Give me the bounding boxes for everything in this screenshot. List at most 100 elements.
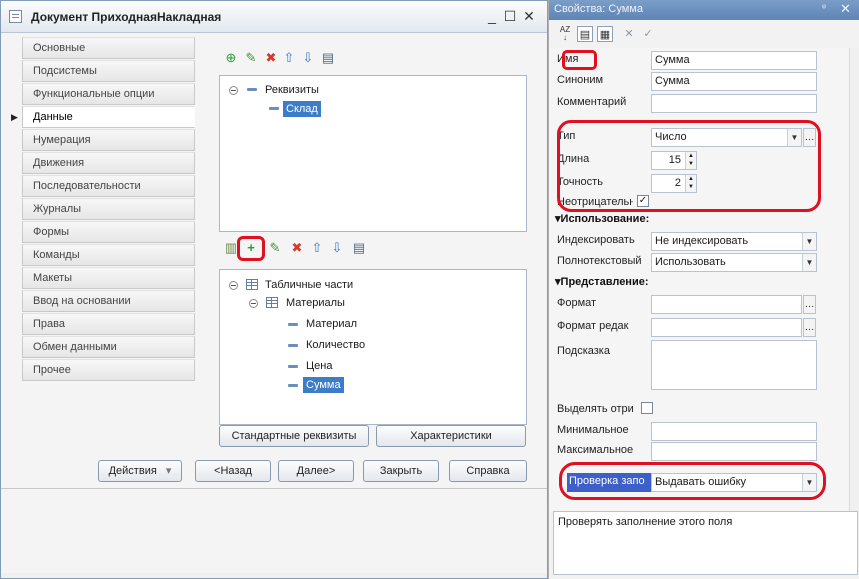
divider xyxy=(1,488,547,489)
categorized-icon[interactable]: ▤ xyxy=(577,26,593,42)
nav-label: Обмен данными xyxy=(33,341,117,353)
window-title: Документ ПриходнаяНакладная xyxy=(31,10,222,24)
nav-item-main[interactable]: Основные xyxy=(22,37,195,59)
properties-panel: Свойства: Сумма ᵠ ✕ AZ ↓ ▤ ▦ ✕ ✓ Имя Сумм… xyxy=(548,0,859,579)
highlight-name xyxy=(562,50,597,70)
edit-icon[interactable]: ✎ xyxy=(267,240,283,256)
properties-icon[interactable]: ▦ xyxy=(597,26,613,42)
comment-field[interactable] xyxy=(651,94,817,113)
edit-icon[interactable]: ✎ xyxy=(243,50,259,66)
nav-label: Макеты xyxy=(33,272,73,284)
tree-node-attributes[interactable]: Реквизиты xyxy=(265,82,319,98)
active-marker-icon: ▶ xyxy=(11,112,18,122)
chevron-down-icon[interactable]: ▼ xyxy=(802,233,816,250)
ellipsis-button[interactable]: … xyxy=(803,318,816,337)
tree-node-field[interactable]: Цена xyxy=(306,358,332,374)
close-button[interactable]: ✕ xyxy=(522,8,536,24)
chevron-down-icon[interactable]: ▼ xyxy=(802,254,816,271)
properties-toolbar: AZ ↓ ▤ ▦ ✕ ✓ xyxy=(549,20,859,48)
prop-label-tooltip: Подсказка xyxy=(557,345,610,357)
nav-item-journals[interactable]: Журналы xyxy=(22,198,195,220)
add-icon[interactable]: ⊕ xyxy=(223,50,239,66)
format-field[interactable] xyxy=(651,295,802,314)
field-icon xyxy=(288,384,298,387)
highlight-negative-checkbox[interactable] xyxy=(641,402,653,414)
delete-icon[interactable]: ✖ xyxy=(263,50,279,66)
back-button[interactable]: <Назад xyxy=(195,460,271,482)
collapse-icon[interactable] xyxy=(229,86,238,95)
synonym-field[interactable]: Сумма xyxy=(651,72,817,91)
standard-attributes-button[interactable]: Стандартные реквизиты xyxy=(219,425,369,447)
minimize-button[interactable]: _ xyxy=(485,8,499,24)
properties-scrollbar[interactable] xyxy=(849,48,859,511)
close-form-button[interactable]: Закрыть xyxy=(363,460,439,482)
document-titlebar[interactable]: Документ ПриходнаяНакладная _ ☐ ✕ xyxy=(1,1,547,33)
next-button[interactable]: Далее> xyxy=(278,460,354,482)
maximize-button[interactable]: ☐ xyxy=(503,8,517,24)
nav-label: Прочее xyxy=(33,364,71,376)
nav-item-forms[interactable]: Формы xyxy=(22,221,195,243)
tree-node-warehouse[interactable]: Склад xyxy=(283,101,321,117)
nav-item-commands[interactable]: Команды xyxy=(22,244,195,266)
move-up-icon[interactable]: ⇧ xyxy=(309,240,325,256)
edit-format-field[interactable] xyxy=(651,318,802,337)
prop-label-indexing: Индексировать xyxy=(557,234,635,246)
move-down-icon[interactable]: ⇩ xyxy=(329,240,345,256)
pin-icon[interactable]: ᵠ xyxy=(822,2,826,12)
fulltext-select[interactable]: Использовать ▼ xyxy=(651,253,817,272)
tooltip-field[interactable] xyxy=(651,340,817,390)
nav-item-templates[interactable]: Макеты xyxy=(22,267,195,289)
list-icon[interactable]: ▤ xyxy=(351,240,367,256)
description-text: Проверять заполнение этого поля xyxy=(558,516,733,528)
tree-node-field-selected[interactable]: Сумма xyxy=(303,377,344,393)
indexing-select[interactable]: Не индексировать ▼ xyxy=(651,232,817,251)
nav-item-input-based-on[interactable]: Ввод на основании xyxy=(22,290,195,312)
properties-titlebar[interactable]: Свойства: Сумма ᵠ ✕ xyxy=(549,0,859,20)
highlight-add-field xyxy=(237,236,265,261)
nav-item-movements[interactable]: Движения xyxy=(22,152,195,174)
nav-item-data-exchange[interactable]: Обмен данными xyxy=(22,336,195,358)
sort-alpha-icon[interactable]: AZ ↓ xyxy=(557,26,573,42)
ellipsis-button[interactable]: … xyxy=(803,295,816,314)
properties-grid: Имя Сумма Синоним Сумма Комментарий Тип … xyxy=(549,48,849,511)
nav-label: Ввод на основании xyxy=(33,295,131,307)
nav-item-sequences[interactable]: Последовательности xyxy=(22,175,195,197)
nav-item-rights[interactable]: Права xyxy=(22,313,195,335)
nav-label: Данные xyxy=(33,111,73,123)
attributes-toolbar: ⊕ ✎ ✖ ⇧ ⇩ ▤ xyxy=(219,50,379,68)
help-button[interactable]: Справка xyxy=(449,460,527,482)
section-usage[interactable]: Использование: xyxy=(555,212,650,225)
collapse-icon[interactable] xyxy=(229,281,238,290)
nav-label: Команды xyxy=(33,249,80,261)
attribute-group-icon xyxy=(247,88,257,91)
nav-item-numbering[interactable]: Нумерация xyxy=(22,129,195,151)
minimum-field[interactable] xyxy=(651,422,817,441)
nav-item-functional-options[interactable]: Функциональные опции xyxy=(22,83,195,105)
nav-label: Движения xyxy=(33,157,85,169)
nav-item-data[interactable]: ▶ Данные xyxy=(11,106,195,128)
clear-icon[interactable]: ✕ xyxy=(621,26,637,42)
nav-item-other[interactable]: Прочее xyxy=(22,359,195,381)
document-icon xyxy=(9,10,22,23)
move-up-icon[interactable]: ⇧ xyxy=(281,50,297,66)
delete-icon[interactable]: ✖ xyxy=(289,240,305,256)
section-view[interactable]: Представление: xyxy=(555,275,649,288)
tree-node-field[interactable]: Количество xyxy=(306,337,365,353)
move-down-icon[interactable]: ⇩ xyxy=(300,50,316,66)
nav-label: Формы xyxy=(33,226,70,238)
tree-node-tabular-parts[interactable]: Табличные части xyxy=(265,277,353,293)
ok-icon[interactable]: ✓ xyxy=(640,26,656,42)
close-icon[interactable]: ✕ xyxy=(840,1,851,17)
nav-item-subsystems[interactable]: Подсистемы xyxy=(22,60,195,82)
field-icon xyxy=(288,365,298,368)
actions-button[interactable]: Действия ▾ xyxy=(98,460,182,482)
highlight-fill-check xyxy=(559,462,826,500)
collapse-icon[interactable] xyxy=(249,299,258,308)
name-field[interactable]: Сумма xyxy=(651,51,817,70)
field-icon xyxy=(288,323,298,326)
characteristics-button[interactable]: Характеристики xyxy=(376,425,526,447)
tree-node-materials[interactable]: Материалы xyxy=(286,295,345,311)
list-icon[interactable]: ▤ xyxy=(320,50,336,66)
tree-node-field[interactable]: Материал xyxy=(306,316,357,332)
maximum-field[interactable] xyxy=(651,442,817,461)
